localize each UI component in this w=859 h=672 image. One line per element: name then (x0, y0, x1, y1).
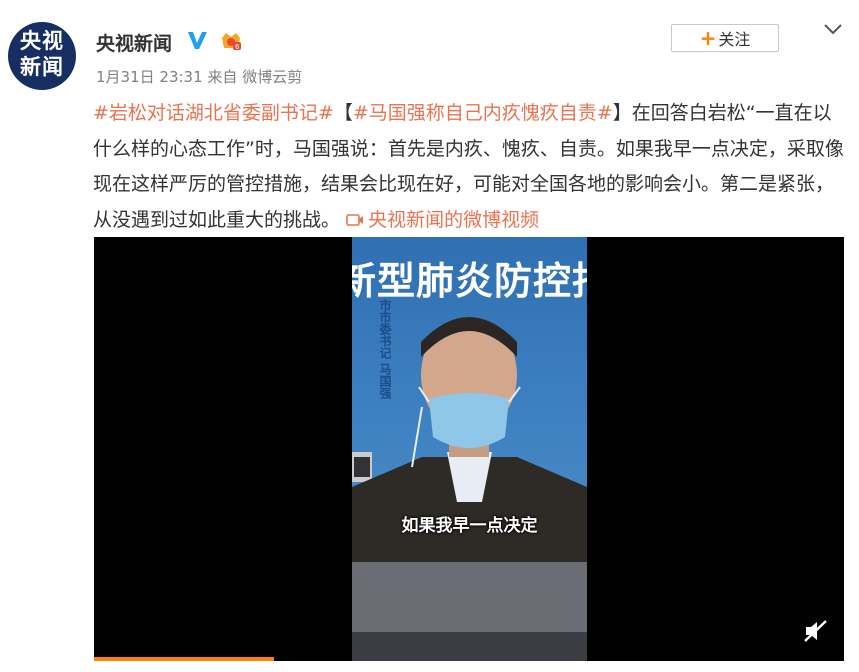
post-meta: 1月31日 23:31 来自 微博云剪 (96, 66, 302, 87)
topic-tag-2[interactable]: #马国强称自己内疚愧疚自责# (353, 102, 613, 124)
author-name[interactable]: 央视新闻 (96, 29, 172, 56)
avatar[interactable]: 央视 新闻 (8, 22, 76, 90)
member-badge-icon[interactable]: 6 (219, 30, 243, 52)
video-progress-bar[interactable] (94, 657, 274, 661)
video-link-label: 央视新闻的微博视频 (368, 208, 540, 231)
video-link[interactable]: 央视新闻的微博视频 (346, 209, 539, 231)
topic-tag-1[interactable]: #岩松对话湖北省委副书记# (93, 102, 334, 124)
mute-icon[interactable] (802, 618, 830, 644)
follow-label: 关注 (718, 30, 751, 49)
bracket-close: 】 (612, 102, 632, 124)
video-link-icon (346, 214, 364, 226)
post-source[interactable]: 微博云剪 (242, 68, 302, 86)
avatar-text-line2: 新闻 (20, 55, 64, 79)
post-content: #岩松对话湖北省委副书记#【#马国强称自己内疚愧疚自责#】在回答白岩松“一直在以… (93, 96, 849, 238)
post-time[interactable]: 1月31日 23:31 (96, 68, 203, 86)
bracket-open: 【 (333, 102, 353, 124)
video-subtitle: 如果我早一点决定 (401, 516, 538, 536)
svg-text:6: 6 (235, 43, 240, 51)
chevron-down-icon[interactable] (822, 20, 844, 38)
follow-button[interactable]: + 关注 (671, 24, 779, 52)
video-player[interactable]: 新型肺炎防控指 市市委书记 马国强 如果我早一点决定 (94, 237, 844, 661)
speaker-figure (352, 317, 587, 661)
source-prefix: 来自 (207, 68, 238, 86)
avatar-text-line1: 央视 (20, 29, 64, 53)
plus-icon: + (699, 26, 717, 50)
verified-icon (188, 32, 207, 49)
video-frame: 新型肺炎防控指 市市委书记 马国强 如果我早一点决定 (352, 237, 587, 661)
